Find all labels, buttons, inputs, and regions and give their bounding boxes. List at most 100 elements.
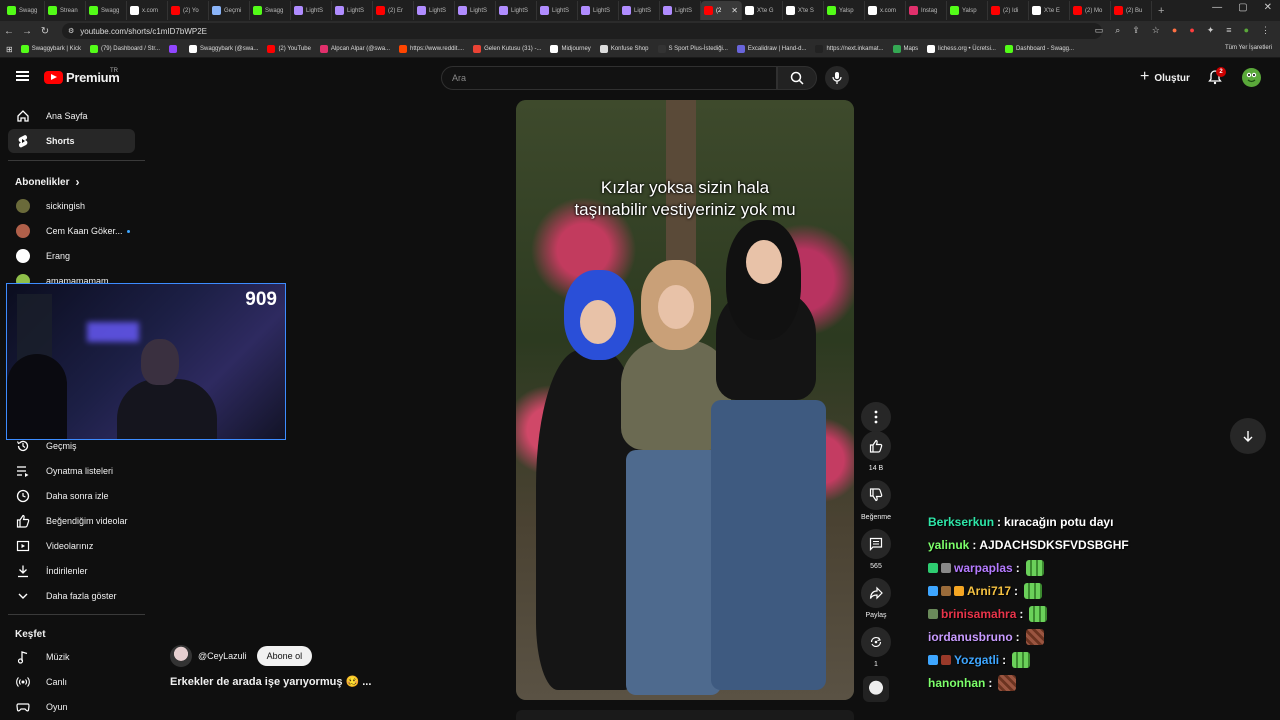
- share-button[interactable]: Paylaş: [861, 578, 891, 619]
- new-tab-button[interactable]: +: [1158, 5, 1164, 17]
- close-tab-icon[interactable]: ✕: [731, 6, 738, 15]
- bookmark-item[interactable]: [168, 45, 180, 53]
- bookmark-item[interactable]: lichess.org • Ücretsi...: [927, 45, 996, 53]
- forward-icon[interactable]: →: [18, 26, 36, 37]
- like-button[interactable]: 14 B: [861, 431, 891, 472]
- browser-tab[interactable]: (2) Er: [373, 1, 414, 20]
- sidebar-channel-erang[interactable]: Erang: [8, 244, 135, 268]
- browser-tab[interactable]: LightS: [537, 1, 578, 20]
- more-options-button[interactable]: [861, 402, 891, 432]
- bookmark-item[interactable]: Swaggybark | Kick: [20, 45, 81, 53]
- close-window-icon[interactable]: ✕: [1264, 2, 1272, 13]
- sidebar-channel-cem-kaan[interactable]: Cem Kaan Göker...: [8, 219, 135, 243]
- browser-tab[interactable]: (2 ✕: [701, 1, 742, 20]
- sidebar-item-shorts[interactable]: Shorts: [8, 129, 135, 153]
- bookmark-star-icon[interactable]: ☆: [1152, 25, 1160, 36]
- channel-handle[interactable]: @CeyLazuli: [198, 651, 247, 661]
- browser-tab[interactable]: LightS: [660, 1, 701, 20]
- subscriptions-heading[interactable]: Abonelikler ›: [15, 175, 79, 189]
- channel-avatar[interactable]: [170, 645, 192, 667]
- youtube-premium-logo[interactable]: Premium: [44, 70, 120, 85]
- all-bookmarks-link[interactable]: Tüm Yer İşaretleri: [1225, 45, 1272, 51]
- account-avatar[interactable]: [1242, 68, 1261, 87]
- menu-icon[interactable]: ⋮: [1261, 25, 1270, 36]
- address-bar[interactable]: ⚙ youtube.com/shorts/c1mID7bWP2E: [62, 23, 1102, 39]
- bookmark-item[interactable]: Excalidraw | Hand-d...: [736, 45, 806, 53]
- zoom-icon[interactable]: ⌕: [1115, 25, 1120, 36]
- comments-button[interactable]: 565: [861, 529, 891, 570]
- browser-tab[interactable]: x.com: [865, 1, 906, 20]
- create-button[interactable]: + Oluştur: [1140, 68, 1190, 86]
- sidebar-item-live[interactable]: Canlı: [8, 670, 135, 694]
- share-icon[interactable]: ⇪: [1132, 25, 1140, 36]
- bookmark-item[interactable]: S Sport Plus-İstediği...: [657, 45, 728, 53]
- subscribe-button[interactable]: Abone ol: [256, 646, 313, 666]
- browser-tab[interactable]: Swagg: [4, 1, 45, 20]
- bookmark-item[interactable]: https://www.reddit....: [399, 45, 464, 53]
- sidebar-item-home[interactable]: Ana Sayfa: [8, 104, 135, 128]
- extension-icon[interactable]: ●: [1189, 25, 1194, 36]
- bookmark-item[interactable]: Gelen Kutusu (31) -...: [473, 45, 541, 53]
- bookmark-item[interactable]: https://next.inkamat...: [815, 45, 884, 53]
- browser-tab[interactable]: (2) Yo: [168, 1, 209, 20]
- sidebar-channel-sickingish[interactable]: sickingish: [8, 194, 135, 218]
- bookmark-item[interactable]: Swaggybark (@swa...: [188, 45, 258, 53]
- browser-tab[interactable]: Strean: [45, 1, 86, 20]
- browser-tab[interactable]: Swagg: [250, 1, 291, 20]
- browser-tab[interactable]: X'te E: [1029, 1, 1070, 20]
- bookmark-item[interactable]: Dashboard - Swagg...: [1004, 45, 1074, 53]
- browser-tab[interactable]: LightS: [414, 1, 455, 20]
- browser-tab[interactable]: (2) Idi: [988, 1, 1029, 20]
- browser-tab[interactable]: (2) Mo: [1070, 1, 1111, 20]
- browser-tab[interactable]: Instag: [906, 1, 947, 20]
- sidebar-item-downloads[interactable]: İndirilenler: [8, 559, 135, 583]
- browser-tab[interactable]: LightS: [496, 1, 537, 20]
- site-info-icon[interactable]: ⚙: [68, 27, 74, 35]
- voice-search-button[interactable]: [825, 66, 849, 90]
- browser-tab[interactable]: Yalsp: [824, 1, 865, 20]
- extension-icon[interactable]: ●: [1172, 25, 1177, 36]
- short-title[interactable]: Erkekler de arada işe yarıyormuş 🥴 ...: [170, 675, 371, 688]
- search-input[interactable]: Ara: [441, 66, 777, 90]
- cast-icon[interactable]: ▭: [1095, 25, 1104, 36]
- browser-tab[interactable]: LightS: [578, 1, 619, 20]
- sound-thumbnail[interactable]: [863, 676, 889, 702]
- next-short-preview[interactable]: [516, 710, 854, 720]
- bookmark-item[interactable]: Konfuse Shop: [599, 45, 649, 53]
- browser-tab[interactable]: X'te G: [742, 1, 783, 20]
- menu-hamburger-icon[interactable]: [16, 71, 29, 81]
- browser-tab[interactable]: Swagg: [86, 1, 127, 20]
- browser-tab[interactable]: (2) Bu: [1111, 1, 1152, 20]
- back-icon[interactable]: ←: [0, 26, 18, 37]
- browser-tab[interactable]: LightS: [332, 1, 373, 20]
- reading-list-icon[interactable]: ≡: [1226, 25, 1231, 36]
- sidebar-item-liked-videos[interactable]: Beğendiğim videolar: [8, 509, 135, 533]
- browser-tab[interactable]: LightS: [455, 1, 496, 20]
- profile-icon[interactable]: ●: [1244, 25, 1249, 36]
- sidebar-item-watch-later[interactable]: Daha sonra izle: [8, 484, 135, 508]
- browser-tab[interactable]: X'te S: [783, 1, 824, 20]
- apps-icon[interactable]: ⊞: [6, 45, 13, 54]
- sidebar-item-your-videos[interactable]: Videolarınız: [8, 534, 135, 558]
- shorts-video-player[interactable]: Kızlar yoksa sizin hala taşınabilir vest…: [516, 100, 854, 700]
- search-button[interactable]: [777, 66, 817, 90]
- sidebar-item-music[interactable]: Müzik: [8, 645, 135, 669]
- browser-tab[interactable]: LightS: [619, 1, 660, 20]
- puzzle-icon[interactable]: ✦: [1207, 25, 1215, 36]
- browser-tab[interactable]: Geçmi: [209, 1, 250, 20]
- bookmark-item[interactable]: (2) YouTube: [267, 45, 311, 53]
- reload-icon[interactable]: ↻: [36, 26, 54, 37]
- bookmark-item[interactable]: (79) Dashboard / Str...: [89, 45, 160, 53]
- next-short-button[interactable]: [1230, 418, 1266, 454]
- browser-tab[interactable]: Yalsp: [947, 1, 988, 20]
- sidebar-item-gaming[interactable]: Oyun: [8, 695, 135, 719]
- bookmark-item[interactable]: Maps: [892, 45, 918, 53]
- remix-button[interactable]: 1: [861, 627, 891, 668]
- minimize-icon[interactable]: —: [1212, 2, 1222, 13]
- sidebar-item-playlists[interactable]: Oynatma listeleri: [8, 459, 135, 483]
- sidebar-item-show-more[interactable]: Daha fazla göster: [8, 584, 135, 608]
- bookmark-item[interactable]: Alpcan Alpar (@swa...: [319, 45, 390, 53]
- browser-tab[interactable]: x.com: [127, 1, 168, 20]
- bookmark-item[interactable]: Midjourney: [550, 45, 591, 53]
- dislike-button[interactable]: Beğenme: [861, 480, 891, 521]
